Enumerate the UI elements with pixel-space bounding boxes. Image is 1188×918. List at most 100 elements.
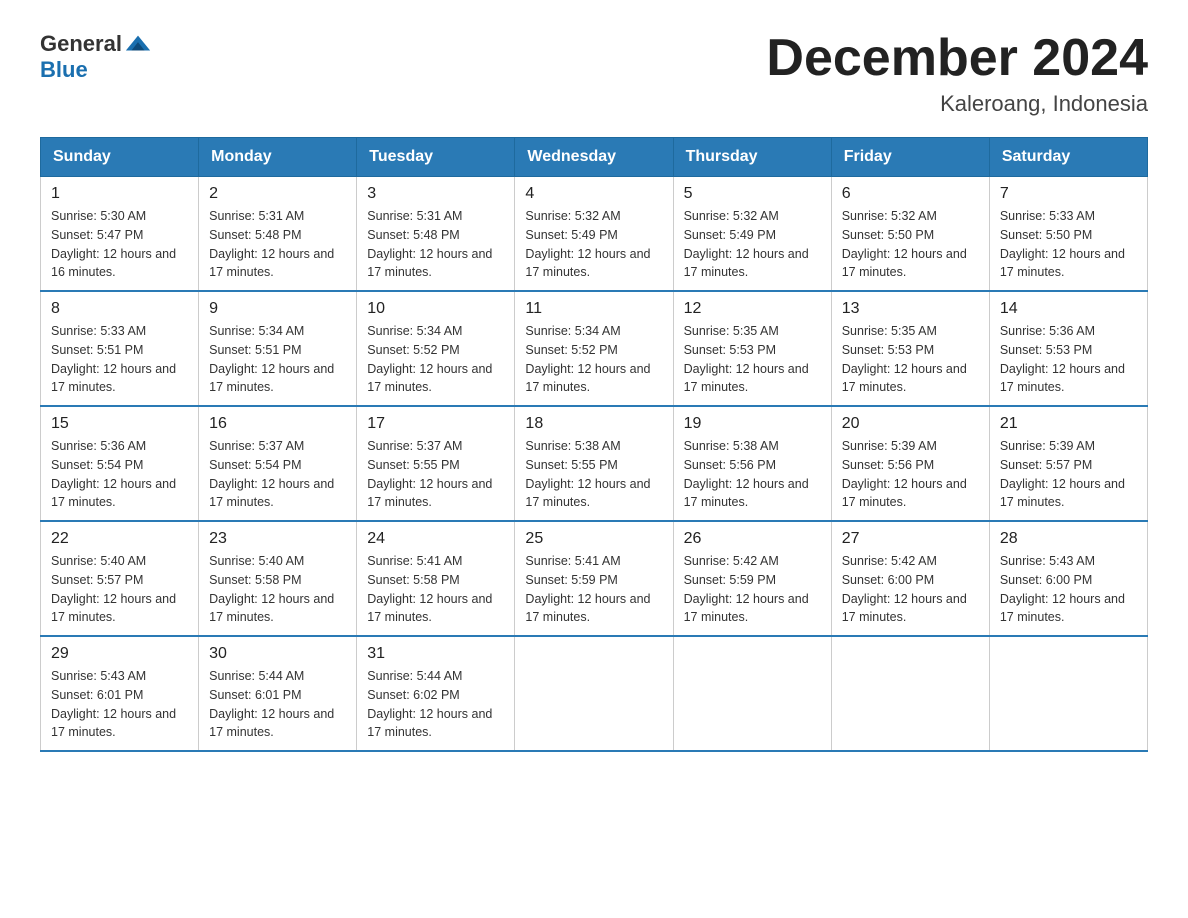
day-info: Sunrise: 5:41 AMSunset: 5:59 PMDaylight:… xyxy=(525,552,662,627)
day-number: 20 xyxy=(842,415,979,433)
day-number: 13 xyxy=(842,300,979,318)
day-number: 31 xyxy=(367,645,504,663)
day-info: Sunrise: 5:35 AMSunset: 5:53 PMDaylight:… xyxy=(684,322,821,397)
calendar-cell: 8 Sunrise: 5:33 AMSunset: 5:51 PMDaylight… xyxy=(41,291,199,406)
calendar-cell: 27Sunrise: 5:42 AMSunset: 6:00 PMDayligh… xyxy=(831,521,989,636)
calendar-cell: 1 Sunrise: 5:30 AMSunset: 5:47 PMDaylight… xyxy=(41,177,199,292)
calendar-week-row: 1 Sunrise: 5:30 AMSunset: 5:47 PMDaylight… xyxy=(41,177,1148,292)
weekday-header-row: SundayMondayTuesdayWednesdayThursdayFrid… xyxy=(41,138,1148,177)
day-info: Sunrise: 5:30 AMSunset: 5:47 PMDaylight:… xyxy=(51,207,188,282)
calendar-week-row: 22Sunrise: 5:40 AMSunset: 5:57 PMDayligh… xyxy=(41,521,1148,636)
calendar-cell: 13 Sunrise: 5:35 AMSunset: 5:53 PMDayligh… xyxy=(831,291,989,406)
logo: General Blue xyxy=(40,30,152,82)
calendar-cell: 23 Sunrise: 5:40 AMSunset: 5:58 PMDayligh… xyxy=(199,521,357,636)
weekday-header-sunday: Sunday xyxy=(41,138,199,177)
logo-icon xyxy=(124,30,152,58)
weekday-header-thursday: Thursday xyxy=(673,138,831,177)
day-number: 8 xyxy=(51,300,188,318)
day-number: 7 xyxy=(1000,185,1137,203)
day-number: 15 xyxy=(51,415,188,433)
month-title: December 2024 xyxy=(766,30,1148,87)
day-info: Sunrise: 5:39 AMSunset: 5:57 PMDaylight:… xyxy=(1000,437,1137,512)
calendar-cell: 28Sunrise: 5:43 AMSunset: 6:00 PMDayligh… xyxy=(989,521,1147,636)
day-number: 21 xyxy=(1000,415,1137,433)
day-info: Sunrise: 5:44 AMSunset: 6:02 PMDaylight:… xyxy=(367,667,504,742)
calendar-cell: 18 Sunrise: 5:38 AMSunset: 5:55 PMDayligh… xyxy=(515,406,673,521)
day-info: Sunrise: 5:31 AMSunset: 5:48 PMDaylight:… xyxy=(367,207,504,282)
calendar-cell: 17 Sunrise: 5:37 AMSunset: 5:55 PMDayligh… xyxy=(357,406,515,521)
title-block: December 2024 Kaleroang, Indonesia xyxy=(766,30,1148,117)
calendar-cell xyxy=(831,636,989,751)
day-number: 6 xyxy=(842,185,979,203)
day-number: 23 xyxy=(209,530,346,548)
day-info: Sunrise: 5:35 AMSunset: 5:53 PMDaylight:… xyxy=(842,322,979,397)
day-info: Sunrise: 5:39 AMSunset: 5:56 PMDaylight:… xyxy=(842,437,979,512)
calendar-cell: 5Sunrise: 5:32 AMSunset: 5:49 PMDaylight… xyxy=(673,177,831,292)
calendar-cell: 30Sunrise: 5:44 AMSunset: 6:01 PMDayligh… xyxy=(199,636,357,751)
day-number: 18 xyxy=(525,415,662,433)
day-info: Sunrise: 5:38 AMSunset: 5:55 PMDaylight:… xyxy=(525,437,662,512)
weekday-header-monday: Monday xyxy=(199,138,357,177)
day-info: Sunrise: 5:33 AMSunset: 5:51 PMDaylight:… xyxy=(51,322,188,397)
calendar-cell: 25 Sunrise: 5:41 AMSunset: 5:59 PMDayligh… xyxy=(515,521,673,636)
day-info: Sunrise: 5:33 AMSunset: 5:50 PMDaylight:… xyxy=(1000,207,1137,282)
day-number: 14 xyxy=(1000,300,1137,318)
day-number: 25 xyxy=(525,530,662,548)
calendar-cell: 22Sunrise: 5:40 AMSunset: 5:57 PMDayligh… xyxy=(41,521,199,636)
day-number: 4 xyxy=(525,185,662,203)
page-header: General Blue December 2024 Kaleroang, In… xyxy=(40,30,1148,117)
day-info: Sunrise: 5:34 AMSunset: 5:52 PMDaylight:… xyxy=(525,322,662,397)
day-number: 2 xyxy=(209,185,346,203)
day-number: 19 xyxy=(684,415,821,433)
calendar-week-row: 15 Sunrise: 5:36 AMSunset: 5:54 PMDayligh… xyxy=(41,406,1148,521)
calendar-cell: 2 Sunrise: 5:31 AMSunset: 5:48 PMDaylight… xyxy=(199,177,357,292)
day-number: 26 xyxy=(684,530,821,548)
day-info: Sunrise: 5:40 AMSunset: 5:58 PMDaylight:… xyxy=(209,552,346,627)
day-info: Sunrise: 5:42 AMSunset: 6:00 PMDaylight:… xyxy=(842,552,979,627)
day-info: Sunrise: 5:37 AMSunset: 5:54 PMDaylight:… xyxy=(209,437,346,512)
calendar-cell: 15 Sunrise: 5:36 AMSunset: 5:54 PMDayligh… xyxy=(41,406,199,521)
day-number: 11 xyxy=(525,300,662,318)
calendar-cell: 21 Sunrise: 5:39 AMSunset: 5:57 PMDayligh… xyxy=(989,406,1147,521)
day-info: Sunrise: 5:43 AMSunset: 6:01 PMDaylight:… xyxy=(51,667,188,742)
day-info: Sunrise: 5:32 AMSunset: 5:49 PMDaylight:… xyxy=(525,207,662,282)
day-number: 24 xyxy=(367,530,504,548)
calendar-cell: 12Sunrise: 5:35 AMSunset: 5:53 PMDayligh… xyxy=(673,291,831,406)
day-info: Sunrise: 5:37 AMSunset: 5:55 PMDaylight:… xyxy=(367,437,504,512)
calendar-cell: 31 Sunrise: 5:44 AMSunset: 6:02 PMDayligh… xyxy=(357,636,515,751)
calendar-cell: 14 Sunrise: 5:36 AMSunset: 5:53 PMDayligh… xyxy=(989,291,1147,406)
weekday-header-saturday: Saturday xyxy=(989,138,1147,177)
day-number: 3 xyxy=(367,185,504,203)
calendar-cell: 4 Sunrise: 5:32 AMSunset: 5:49 PMDaylight… xyxy=(515,177,673,292)
weekday-header-tuesday: Tuesday xyxy=(357,138,515,177)
day-info: Sunrise: 5:32 AMSunset: 5:50 PMDaylight:… xyxy=(842,207,979,282)
logo-general: General xyxy=(40,32,122,56)
day-number: 10 xyxy=(367,300,504,318)
day-info: Sunrise: 5:31 AMSunset: 5:48 PMDaylight:… xyxy=(209,207,346,282)
day-number: 17 xyxy=(367,415,504,433)
day-info: Sunrise: 5:40 AMSunset: 5:57 PMDaylight:… xyxy=(51,552,188,627)
calendar-cell: 3 Sunrise: 5:31 AMSunset: 5:48 PMDaylight… xyxy=(357,177,515,292)
day-info: Sunrise: 5:41 AMSunset: 5:58 PMDaylight:… xyxy=(367,552,504,627)
day-number: 1 xyxy=(51,185,188,203)
day-info: Sunrise: 5:36 AMSunset: 5:53 PMDaylight:… xyxy=(1000,322,1137,397)
day-number: 29 xyxy=(51,645,188,663)
calendar-cell: 6 Sunrise: 5:32 AMSunset: 5:50 PMDaylight… xyxy=(831,177,989,292)
calendar-cell xyxy=(515,636,673,751)
calendar-cell: 11 Sunrise: 5:34 AMSunset: 5:52 PMDayligh… xyxy=(515,291,673,406)
day-info: Sunrise: 5:36 AMSunset: 5:54 PMDaylight:… xyxy=(51,437,188,512)
calendar-cell: 7 Sunrise: 5:33 AMSunset: 5:50 PMDaylight… xyxy=(989,177,1147,292)
calendar-week-row: 8 Sunrise: 5:33 AMSunset: 5:51 PMDaylight… xyxy=(41,291,1148,406)
day-number: 9 xyxy=(209,300,346,318)
weekday-header-wednesday: Wednesday xyxy=(515,138,673,177)
day-info: Sunrise: 5:42 AMSunset: 5:59 PMDaylight:… xyxy=(684,552,821,627)
calendar-cell: 29 Sunrise: 5:43 AMSunset: 6:01 PMDayligh… xyxy=(41,636,199,751)
calendar-cell: 26 Sunrise: 5:42 AMSunset: 5:59 PMDayligh… xyxy=(673,521,831,636)
calendar-cell: 19Sunrise: 5:38 AMSunset: 5:56 PMDayligh… xyxy=(673,406,831,521)
calendar-cell: 10Sunrise: 5:34 AMSunset: 5:52 PMDayligh… xyxy=(357,291,515,406)
day-number: 16 xyxy=(209,415,346,433)
day-number: 5 xyxy=(684,185,821,203)
day-number: 28 xyxy=(1000,530,1137,548)
calendar-cell xyxy=(989,636,1147,751)
calendar-table: SundayMondayTuesdayWednesdayThursdayFrid… xyxy=(40,137,1148,752)
